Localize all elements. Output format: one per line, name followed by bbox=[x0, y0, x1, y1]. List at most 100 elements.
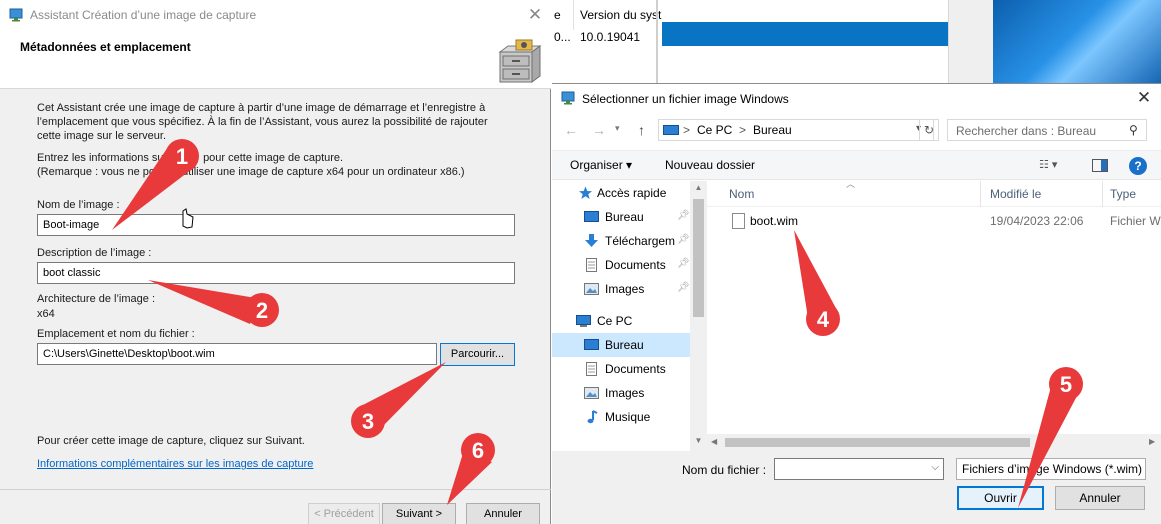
os-version-column-header[interactable]: Version du syst bbox=[580, 8, 661, 22]
breadcrumb-separator: > bbox=[683, 123, 691, 137]
nav-item-documents[interactable]: Documents bbox=[552, 357, 690, 381]
scroll-up-icon[interactable]: ▲ bbox=[690, 183, 707, 192]
column-header-name[interactable]: Nom bbox=[729, 187, 754, 201]
nav-item-downloads[interactable]: Téléchargements 📌︎ bbox=[552, 229, 690, 253]
forward-arrow-icon[interactable]: → bbox=[592, 122, 606, 138]
file-name[interactable]: boot.wim bbox=[750, 214, 798, 228]
file-location-input[interactable]: C:\Users\Ginette\Desktop\boot.wim bbox=[37, 343, 437, 365]
recent-locations-chevron-icon[interactable]: ▾ bbox=[615, 123, 620, 134]
close-icon[interactable]: ✕ bbox=[523, 4, 547, 26]
scroll-right-icon[interactable]: ▶ bbox=[1149, 437, 1155, 446]
dialog-title: Sélectionner un fichier image Windows bbox=[582, 92, 789, 106]
nav-item-label: Musique bbox=[605, 410, 651, 424]
column-divider[interactable] bbox=[1102, 181, 1103, 207]
wizard-intro-text: Cet Assistant crée une image de capture … bbox=[37, 102, 488, 142]
filename-input[interactable]: ⌵ bbox=[774, 458, 944, 480]
nav-item-music[interactable]: Musique bbox=[552, 405, 690, 429]
nav-item-documents-quick[interactable]: Documents 📌︎ bbox=[552, 253, 690, 277]
column-header-modified[interactable]: Modifié le bbox=[990, 187, 1041, 201]
cabinet-icon bbox=[498, 39, 542, 83]
breadcrumb-desktop[interactable]: Bureau bbox=[753, 123, 792, 137]
nav-item-quick-access[interactable]: Accès rapide bbox=[552, 181, 690, 205]
navigation-pane: Accès rapide Bureau 📌︎ Téléchargements 📌… bbox=[552, 181, 707, 451]
pin-icon[interactable]: 📌︎ bbox=[677, 282, 690, 293]
file-row[interactable]: boot.wim 19/04/2023 22:06 Fichier WIM bbox=[722, 209, 1161, 233]
wizard-title: Assistant Création d’une image de captur… bbox=[30, 8, 257, 22]
column-divider[interactable] bbox=[980, 181, 981, 207]
command-bar: Organiser ▾ Nouveau dossier ☷ ▾ ? bbox=[552, 150, 1161, 180]
nav-item-this-pc[interactable]: Ce PC bbox=[552, 309, 690, 333]
preview-pane-icon[interactable] bbox=[1092, 159, 1108, 172]
pane-divider bbox=[656, 0, 658, 83]
file-modified: 19/04/2023 22:06 bbox=[990, 214, 1084, 228]
chevron-down-icon[interactable]: ⌵ bbox=[931, 462, 939, 473]
image-name-label: Nom de l’image : bbox=[37, 199, 120, 211]
image-architecture-label: Architecture de l’image : bbox=[37, 293, 155, 305]
scroll-down-icon[interactable]: ▼ bbox=[690, 436, 707, 445]
column-header-type[interactable]: Type bbox=[1110, 187, 1136, 201]
scrollbar-thumb[interactable] bbox=[725, 438, 1030, 447]
wizard-cancel-button[interactable]: Annuler bbox=[466, 503, 540, 524]
selected-row-highlight[interactable] bbox=[662, 22, 948, 46]
help-icon[interactable]: ? bbox=[1129, 157, 1147, 175]
open-button[interactable]: Ouvrir bbox=[957, 486, 1044, 510]
nav-item-desktop-quick[interactable]: Bureau 📌︎ bbox=[552, 205, 690, 229]
organize-menu[interactable]: Organiser ▾ bbox=[570, 158, 632, 172]
refresh-icon[interactable]: ↻ bbox=[919, 119, 939, 141]
search-icon[interactable]: ⚲ bbox=[1129, 123, 1138, 137]
breadcrumb-this-pc[interactable]: Ce PC bbox=[697, 123, 732, 137]
footer-divider bbox=[0, 489, 551, 490]
capture-image-wizard: Assistant Création d’une image de captur… bbox=[0, 0, 551, 524]
preview-pane-icon-fill bbox=[1101, 160, 1107, 171]
image-architecture-value: x64 bbox=[37, 308, 55, 320]
images-icon bbox=[584, 387, 599, 399]
file-type: Fichier WIM bbox=[1110, 214, 1161, 228]
image-description-input[interactable]: boot classic bbox=[37, 262, 515, 284]
desktop-icon bbox=[584, 211, 599, 222]
nav-item-label: Images bbox=[605, 386, 645, 400]
download-icon bbox=[585, 234, 598, 247]
nav-scrollbar[interactable]: ▲ ▼ bbox=[690, 181, 707, 451]
instructions-line1a: Entrez les informations sui bbox=[37, 152, 166, 164]
nav-item-label: Documents bbox=[605, 258, 666, 272]
breadcrumb-separator[interactable]: > bbox=[739, 123, 746, 137]
search-input[interactable]: Rechercher dans : Bureau ⚲ bbox=[947, 119, 1147, 141]
previous-button[interactable]: < Précédent bbox=[308, 503, 380, 524]
nav-item-desktop[interactable]: Bureau bbox=[552, 333, 690, 357]
page-heading: Métadonnées et emplacement bbox=[20, 40, 191, 54]
nav-item-images-quick[interactable]: Images 📌︎ bbox=[552, 277, 690, 301]
pin-icon[interactable]: 📌︎ bbox=[677, 258, 690, 269]
scroll-left-icon[interactable]: ◀ bbox=[711, 437, 717, 446]
filename-label: Nom du fichier : bbox=[682, 463, 767, 477]
sort-indicator-icon: ︿ bbox=[846, 179, 856, 189]
os-version-value: 10.0.19041 bbox=[580, 30, 641, 44]
nav-item-label: Documents bbox=[605, 362, 666, 376]
address-bar[interactable]: > Ce PC > Bureau ▾ bbox=[658, 119, 934, 141]
dialog-cancel-button[interactable]: Annuler bbox=[1055, 486, 1145, 510]
up-arrow-icon[interactable]: ↑ bbox=[638, 122, 645, 138]
view-options-icon[interactable]: ☷ ▾ bbox=[1039, 158, 1057, 171]
pin-icon[interactable]: 📌︎ bbox=[677, 210, 690, 221]
pin-icon[interactable]: 📌︎ bbox=[677, 234, 690, 245]
wizard-titlebar: Assistant Création d’une image de captur… bbox=[0, 0, 551, 31]
file-type-select[interactable]: Fichiers d’image Windows (*.wim) bbox=[956, 458, 1146, 480]
desktop-icon bbox=[584, 339, 599, 350]
scrollbar-thumb[interactable] bbox=[693, 199, 704, 317]
nav-item-images[interactable]: Images bbox=[552, 381, 690, 405]
file-list-header: ︿ Nom Modifié le Type bbox=[707, 179, 1161, 207]
documents-icon bbox=[586, 258, 597, 272]
computer-icon bbox=[576, 315, 591, 327]
new-folder-button[interactable]: Nouveau dossier bbox=[665, 158, 755, 172]
back-arrow-icon[interactable]: ← bbox=[564, 122, 578, 138]
image-name-input[interactable]: Boot-image bbox=[37, 214, 515, 236]
capture-images-info-link[interactable]: Informations complémentaires sur les ima… bbox=[37, 458, 313, 470]
close-icon[interactable]: ✕ bbox=[1132, 87, 1156, 109]
instructions-line2a: (Remarque : vous ne po bbox=[37, 166, 156, 178]
next-button[interactable]: Suivant > bbox=[382, 503, 456, 524]
background-row-prefix: 0... bbox=[554, 30, 571, 44]
horizontal-scrollbar[interactable]: ◀ ▶ bbox=[707, 434, 1161, 451]
images-icon bbox=[584, 283, 599, 295]
browse-button[interactable]: Parcourir... bbox=[440, 343, 515, 366]
image-description-label: Description de l’image : bbox=[37, 247, 152, 259]
dialog-footer: Nom du fichier : ⌵ Fichiers d’image Wind… bbox=[552, 451, 1161, 524]
